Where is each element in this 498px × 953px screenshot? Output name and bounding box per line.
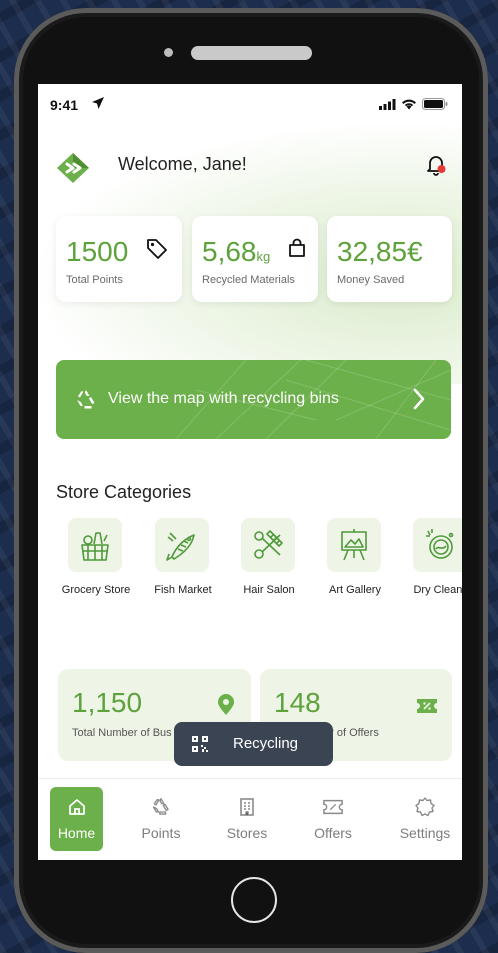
recycled-materials-value: 5,68kg [202,236,270,268]
tab-stores[interactable]: Stores [217,787,277,851]
tab-home[interactable]: Home [50,787,103,851]
status-bar: 9:41 [38,92,462,116]
gear-icon [415,797,435,817]
chevron-right-icon [413,388,425,410]
category-label: Hair Salon [243,584,295,596]
category-hair-salon[interactable]: Hair Salon [229,518,309,598]
map-banner-text: View the map with recycling bins [108,390,339,407]
money-saved-label: Money Saved [337,274,405,286]
category-icon-box [241,518,295,572]
app-logo-icon [57,153,89,183]
category-dry-cleaner[interactable]: Dry Cleane [401,518,462,598]
total-businesses-label: Total Number of Bus [72,727,172,739]
discount-ticket-icon [417,699,437,713]
tab-offers[interactable]: Offers [303,787,363,851]
total-points-label: Total Points [66,274,123,286]
money-saved-card[interactable]: 32,85€ Money Saved [327,216,452,302]
category-icon-box [68,518,122,572]
app-screen: 9:41 Welcome, Jane! 1500 Total Points 5,… [38,84,462,860]
speaker [191,46,312,60]
ticket-icon [323,799,343,815]
category-label: Fish Market [154,584,212,596]
tab-settings[interactable]: Settings [394,787,456,851]
washing-machine-icon [426,529,454,559]
cellular-signal-icon [379,98,396,110]
category-label: Art Gallery [329,584,381,596]
recycle-icon [77,390,95,409]
recycling-toast-button[interactable]: Recycling [174,722,333,766]
tab-label: Offers [314,825,352,841]
tab-label: Stores [226,825,268,841]
recycled-materials-label: Recycled Materials [202,274,295,286]
map-pin-icon [218,694,234,715]
battery-icon [422,98,448,110]
recycling-map-banner[interactable]: View the map with recycling bins [56,360,451,439]
tab-label: Settings [399,825,451,841]
home-icon [69,799,85,815]
category-fish-market[interactable]: Fish Market [143,518,223,598]
category-label: Grocery Store [61,584,131,596]
home-hardware-button[interactable] [231,877,277,923]
bottom-tab-bar: Home Points Stores Offers Settings [38,778,462,860]
fish-icon [166,532,195,561]
tab-points[interactable]: Points [131,787,191,851]
category-icon-box [327,518,381,572]
notification-bell-icon[interactable] [426,154,446,176]
building-icon [240,798,254,816]
wifi-icon [402,99,416,110]
total-offers-value: 148 [274,687,321,718]
easel-icon [341,529,367,561]
category-grocery-store[interactable]: Grocery Store [56,518,136,598]
tab-label: Home [57,825,96,841]
category-icon-box [155,518,209,572]
recycled-materials-card[interactable]: 5,68kg Recycled Materials [192,216,318,302]
camera [164,48,173,57]
store-categories-title: Store Categories [56,482,192,502]
recycled-materials-unit: kg [256,249,271,264]
recycled-materials-number: 5,68 [202,236,257,267]
recycle-icon [152,798,169,815]
toast-label: Recycling [233,735,299,752]
location-arrow-icon [92,97,104,109]
shopping-bag-icon [289,238,305,257]
total-points-value: 1500 [66,236,129,267]
category-label: Dry Cleane [413,584,462,596]
total-points-card[interactable]: 1500 Total Points [56,216,182,302]
category-icon-box [413,518,462,572]
tab-label: Points [141,825,181,841]
status-time: 9:41 [50,97,79,113]
category-art-gallery[interactable]: Art Gallery [315,518,395,598]
price-tag-icon [147,239,167,259]
welcome-text: Welcome, Jane! [118,154,247,174]
money-saved-value: 32,85€ [337,236,423,267]
scissors-comb-icon [254,530,283,559]
qr-code-icon [192,736,208,752]
total-businesses-value: 1,150 [72,687,143,718]
grocery-icon [81,532,109,561]
